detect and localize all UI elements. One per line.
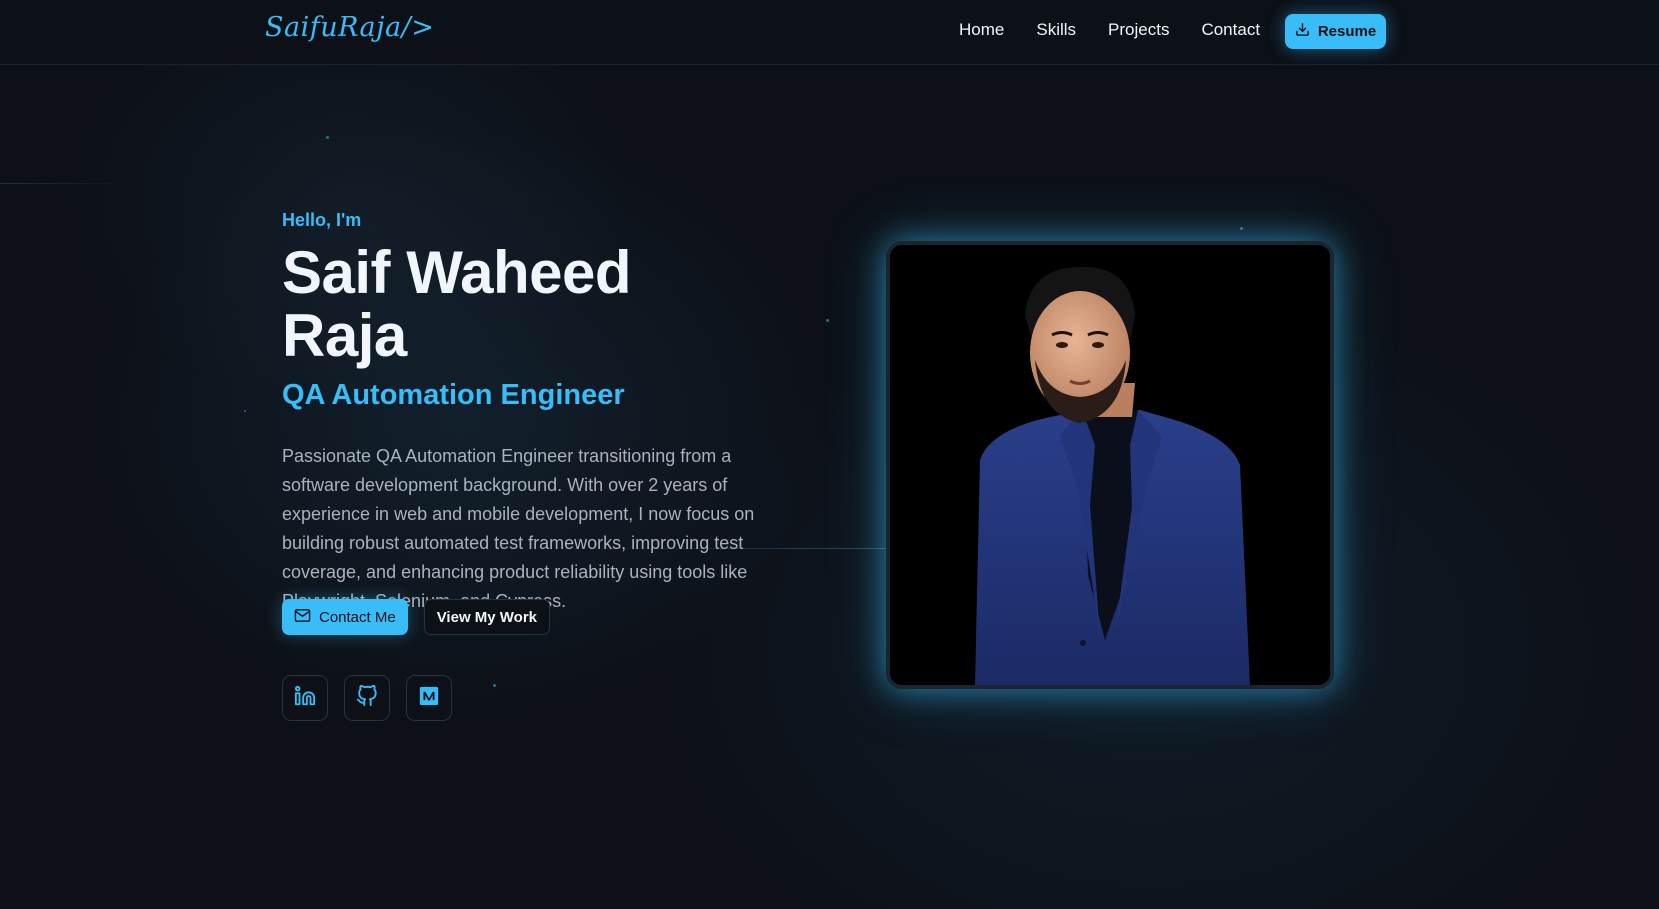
resume-label: Resume <box>1317 23 1377 40</box>
github-button[interactable] <box>344 675 390 721</box>
decorative-dot <box>1240 227 1243 230</box>
background-glow <box>0 0 1659 909</box>
hero-bio: Passionate QA Automation Engineer transi… <box>282 446 755 611</box>
download-icon <box>1295 22 1310 41</box>
decorative-dot <box>326 136 329 139</box>
social-links <box>282 675 452 721</box>
view-my-work-button[interactable]: View My Work <box>423 599 551 635</box>
profile-photo <box>886 241 1334 689</box>
medium-icon <box>418 685 440 712</box>
medium-button[interactable] <box>406 675 452 721</box>
nav-links: Home Skills Projects Contact <box>959 20 1260 40</box>
nav-link-contact[interactable]: Contact <box>1201 20 1260 40</box>
decorative-dot <box>244 410 246 412</box>
navbar: SaifuRaja/> Home Skills Projects Contact… <box>0 0 1659 65</box>
decorative-line <box>0 183 130 184</box>
contact-me-label: Contact Me <box>319 608 396 626</box>
decorative-dot <box>826 319 829 322</box>
linkedin-icon <box>294 685 316 712</box>
greeting: Hello, I'm <box>282 210 362 230</box>
site-logo[interactable]: SaifuRaja/> <box>265 12 434 43</box>
nav-link-projects[interactable]: Projects <box>1108 20 1169 40</box>
cta-buttons: Contact Me View My Work <box>282 599 551 635</box>
hero-role: QA Automation Engineer <box>282 379 625 411</box>
portrait-illustration <box>890 245 1330 685</box>
nav-link-home[interactable]: Home <box>959 20 1004 40</box>
github-icon <box>356 684 378 712</box>
hero-name: Saif Waheed Raja <box>282 239 632 369</box>
nav-link-skills[interactable]: Skills <box>1036 20 1076 40</box>
contact-me-button[interactable]: Contact Me <box>282 599 408 635</box>
mail-icon <box>294 607 311 628</box>
linkedin-button[interactable] <box>282 675 328 721</box>
resume-button[interactable]: Resume <box>1285 14 1386 49</box>
hero-intro: Hello, I'm Saif Waheed Raja QA Automatio… <box>282 210 762 616</box>
decorative-dot <box>493 684 496 687</box>
